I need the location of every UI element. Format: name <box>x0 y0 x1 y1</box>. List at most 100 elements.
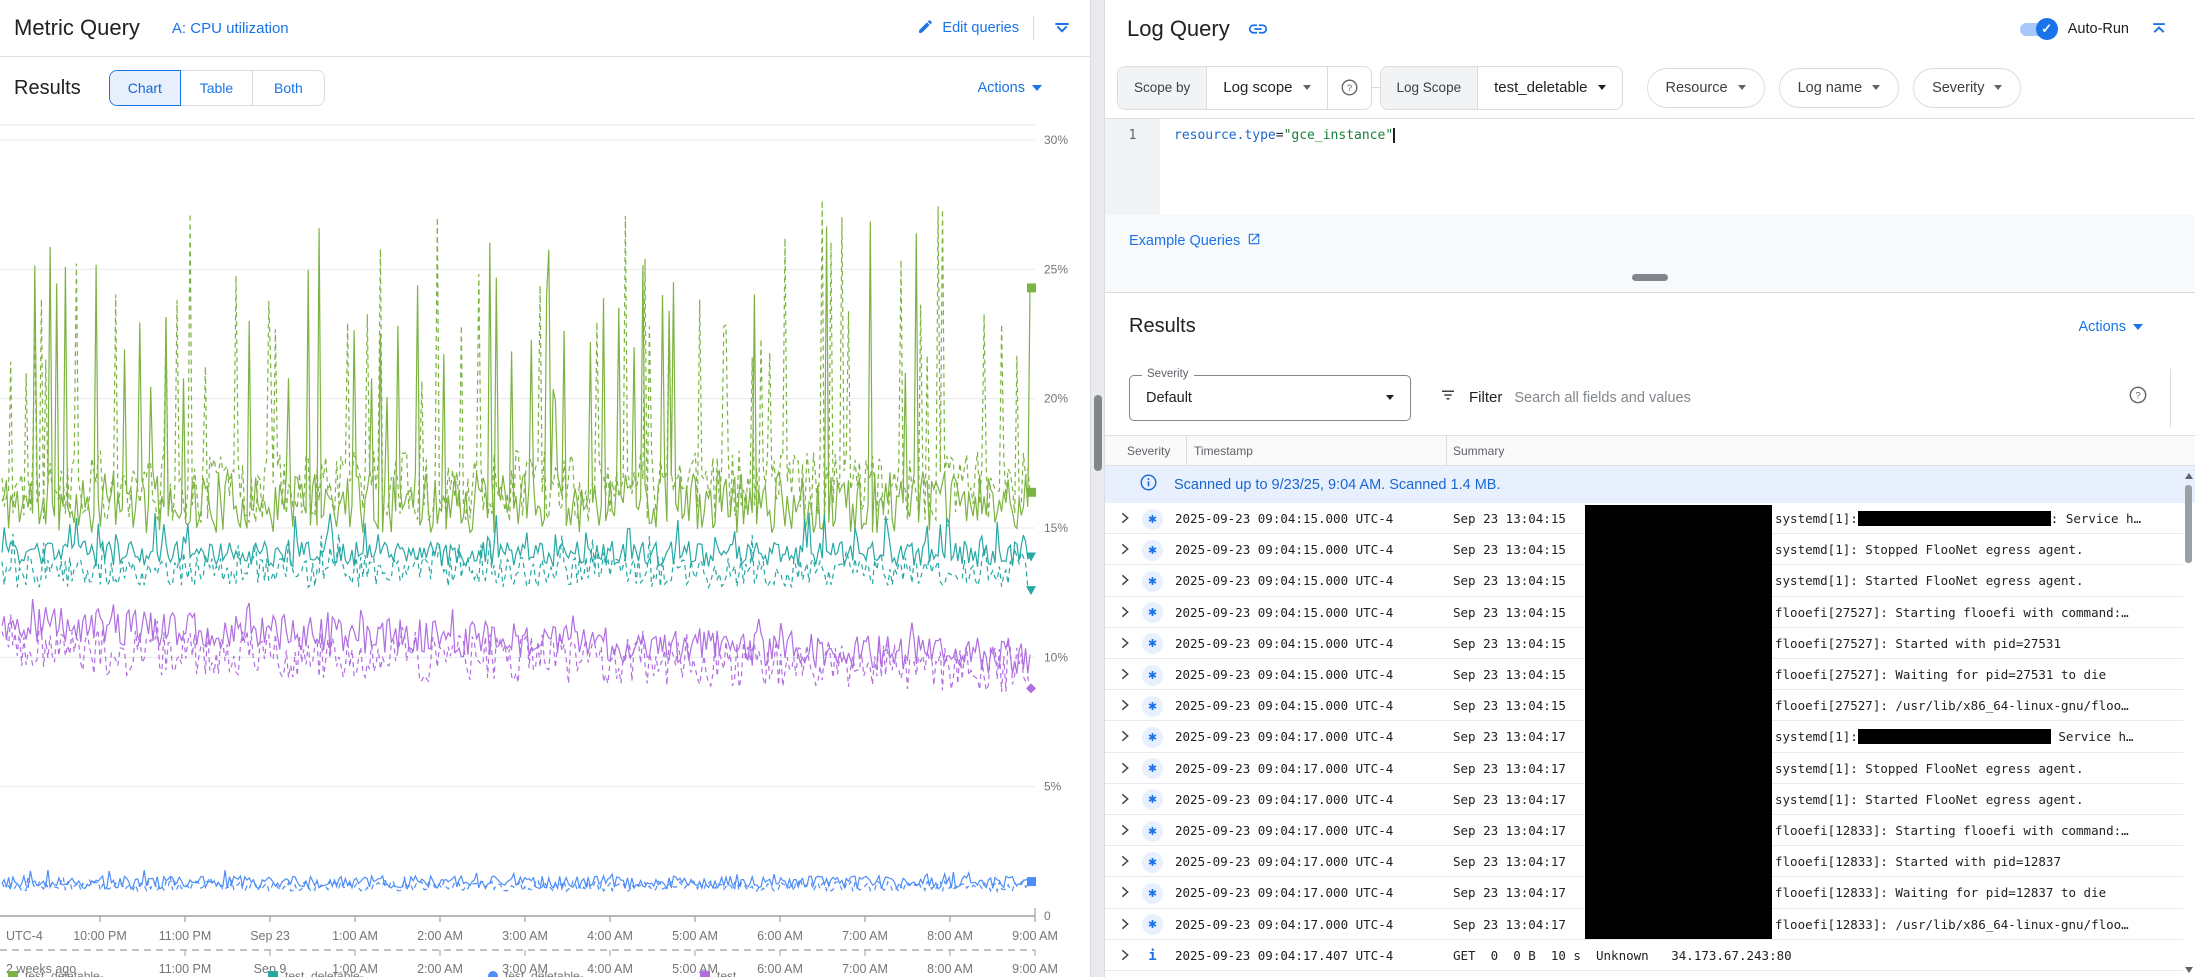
log-summary-time: Sep 23 13:04:17 <box>1453 917 1566 932</box>
log-summary-message: systemd[1]: Stopped FlooNet egress agent… <box>1775 761 2084 776</box>
chevron-down-icon <box>1032 85 1042 91</box>
resource-pill-label: Resource <box>1666 80 1728 96</box>
link-icon[interactable] <box>1244 15 1272 43</box>
y-axis-tick-label: 5% <box>1044 780 1062 794</box>
chevron-down-icon <box>2133 324 2143 330</box>
panel-splitter[interactable] <box>1090 0 1105 977</box>
severity-select-label: Severity <box>1142 368 1194 380</box>
log-scope-control: Log Scope test_deletable <box>1380 66 1623 110</box>
expand-chevron-icon[interactable] <box>1117 666 1133 687</box>
x-axis-baseline-label: 5:00 AM <box>672 962 718 976</box>
log-summary-time: Sep 23 13:04:15 <box>1453 573 1566 588</box>
example-queries-label: Example Queries <box>1129 233 1240 249</box>
log-results-table: Severity Timestamp Summary Scanned up to… <box>1105 435 2195 977</box>
scan-info-banner: Scanned up to 9/23/25, 9:04 AM. Scanned … <box>1105 466 2195 503</box>
scroll-up-arrow[interactable] <box>2185 473 2193 479</box>
collapse-panel-icon[interactable] <box>1048 14 1076 42</box>
edit-queries-label: Edit queries <box>942 20 1019 36</box>
severity-default-icon: ✱ <box>1142 602 1163 623</box>
log-summary-time: Sep 23 13:04:17 <box>1453 792 1566 807</box>
example-queries-link[interactable]: Example Queries <box>1129 232 1261 250</box>
edit-queries-button[interactable]: Edit queries <box>917 18 1019 39</box>
expand-chevron-icon[interactable] <box>1117 853 1133 874</box>
x-axis-baseline-label: 6:00 AM <box>757 962 803 976</box>
expand-chevron-icon[interactable] <box>1117 728 1133 749</box>
filter-help-icon[interactable]: ? <box>2128 385 2148 410</box>
redaction-overlay <box>1585 505 1772 939</box>
column-separator <box>1186 436 1187 467</box>
x-axis-current-label: 5:00 AM <box>672 929 718 943</box>
col-summary: Summary <box>1453 444 1504 458</box>
log-name-filter-pill[interactable]: Log name <box>1779 68 1900 108</box>
expand-chevron-icon[interactable] <box>1117 572 1133 593</box>
severity-filter-pill[interactable]: Severity <box>1913 68 2021 108</box>
svg-text:?: ? <box>2135 391 2140 402</box>
expand-chevron-icon[interactable] <box>1117 916 1133 937</box>
log-timestamp: 2025-09-23 09:04:17.000 UTC-4 <box>1175 792 1393 807</box>
log-query-panel: Log Query ✓ Auto-Run Scope by <box>1105 0 2195 977</box>
expand-chevron-icon[interactable] <box>1117 510 1133 531</box>
log-row[interactable] <box>1105 971 2183 977</box>
tab-chart[interactable]: Chart <box>109 70 181 106</box>
severity-default-icon: ✱ <box>1142 571 1163 592</box>
y-axis-tick-label: 25% <box>1044 262 1068 276</box>
metric-query-title: Metric Query <box>14 15 140 41</box>
x-axis-current-label: 2:00 AM <box>417 929 463 943</box>
log-scope-value: test_deletable <box>1494 79 1587 96</box>
auto-run-toggle[interactable]: ✓ Auto-Run <box>2018 18 2129 40</box>
open-in-new-icon <box>1247 232 1261 250</box>
log-results-title: Results <box>1129 315 1196 338</box>
divider <box>2170 369 2171 427</box>
editor-code-line[interactable]: resource.type="gce_instance" <box>1160 119 2195 215</box>
scope-help-icon[interactable]: ? <box>1328 67 1371 109</box>
log-actions-button[interactable]: Actions <box>2078 319 2143 335</box>
tab-both[interactable]: Both <box>253 70 325 106</box>
scroll-down-arrow[interactable] <box>2185 967 2193 973</box>
series-instance-teal-current <box>2 513 1030 567</box>
scope-by-dropdown[interactable]: Log scope <box>1207 67 1326 109</box>
toggle-switch-on[interactable]: ✓ <box>2018 18 2058 40</box>
log-scope-dropdown[interactable]: test_deletable <box>1478 67 1621 109</box>
results-scrollbar[interactable] <box>2182 467 2195 977</box>
resize-drag-handle[interactable] <box>1632 274 1668 281</box>
x-axis-current-label: 10:00 PM <box>73 929 127 943</box>
log-row[interactable]: i2025-09-23 09:04:17.407 UTC-4GET 0 0 B … <box>1105 940 2183 971</box>
tab-table[interactable]: Table <box>181 70 253 106</box>
expand-chevron-icon[interactable] <box>1117 760 1133 781</box>
log-scope-bar: Scope by Log scope ? Log Scope test_dele… <box>1105 57 2195 118</box>
log-summary-message: systemd[1]:: Service h… <box>1775 511 2141 526</box>
expand-chevron-icon[interactable] <box>1117 541 1133 562</box>
editor-line-number: 1 <box>1105 119 1160 215</box>
info-icon <box>1139 473 1158 497</box>
metric-query-a-label[interactable]: A: CPU utilization <box>172 20 289 37</box>
pencil-icon <box>917 18 934 39</box>
series-instance-purple-current <box>2 599 1030 674</box>
x-axis-baseline-label: 9:00 AM <box>1012 962 1058 976</box>
scroll-thumb[interactable] <box>2185 485 2192 563</box>
severity-default-icon: ✱ <box>1142 852 1163 873</box>
log-summary-message: flooefi[12833]: Waiting for pid=12837 to… <box>1775 885 2106 900</box>
splitter-drag-handle[interactable] <box>1094 395 1102 471</box>
severity-select[interactable]: Severity Default <box>1129 375 1411 421</box>
expand-chevron-icon[interactable] <box>1117 697 1133 718</box>
x-axis-current-label: 4:00 AM <box>587 929 633 943</box>
log-query-editor[interactable]: 1 resource.type="gce_instance" <box>1105 118 2195 215</box>
log-timestamp: 2025-09-23 09:04:17.000 UTC-4 <box>1175 885 1393 900</box>
metric-results-bar: Results Chart Table Both Actions <box>0 57 1090 119</box>
expand-chevron-icon[interactable] <box>1117 791 1133 812</box>
x-axis-current-label: 3:00 AM <box>502 929 548 943</box>
expand-chevron-icon[interactable] <box>1117 604 1133 625</box>
expand-chevron-icon[interactable] <box>1117 635 1133 656</box>
cpu-utilization-chart[interactable]: 30%25%20%15%10%5%0UTC-410:00 PM11:00 PMS… <box>0 120 1090 977</box>
metric-results-title: Results <box>14 77 81 100</box>
scope-by-label: Scope by <box>1118 67 1206 109</box>
resource-filter-pill[interactable]: Resource <box>1647 68 1765 108</box>
expand-chevron-icon[interactable] <box>1117 822 1133 843</box>
expand-chevron-icon[interactable] <box>1117 947 1133 968</box>
collapse-up-icon[interactable] <box>2145 15 2173 43</box>
log-summary-time: Sep 23 13:04:15 <box>1453 636 1566 651</box>
severity-default-icon: ✱ <box>1142 789 1163 810</box>
expand-chevron-icon[interactable] <box>1117 884 1133 905</box>
log-search-input[interactable] <box>1514 390 2116 406</box>
metric-actions-button[interactable]: Actions <box>977 80 1042 96</box>
